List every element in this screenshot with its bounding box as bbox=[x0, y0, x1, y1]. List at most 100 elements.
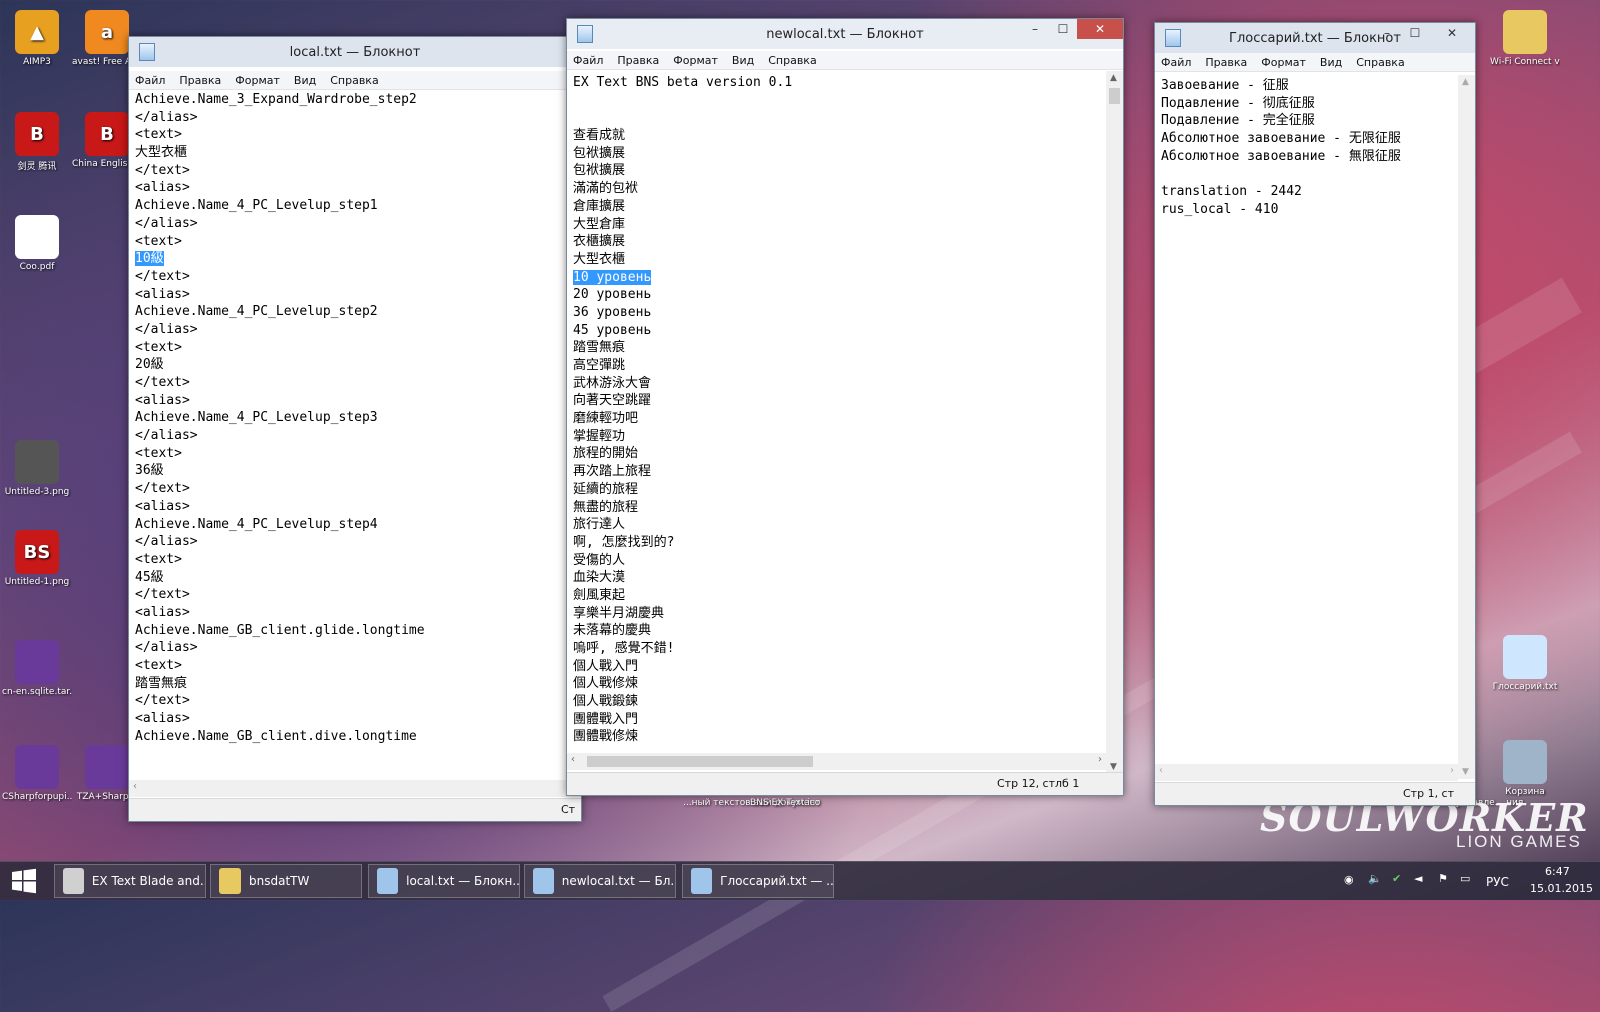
notepad-window-newlocal[interactable]: newlocal.txt — Блокнот – ☐ ✕ Файл Правка… bbox=[566, 18, 1124, 796]
menu-help[interactable]: Справка bbox=[330, 74, 378, 87]
text-line: 大型倉庫 bbox=[573, 216, 1106, 234]
horizontal-scrollbar[interactable]: ‹ bbox=[129, 780, 581, 797]
taskbar-item-folder[interactable]: bnsdatTW bbox=[210, 864, 362, 898]
security-icon[interactable]: ✔ bbox=[1392, 872, 1401, 885]
desktop-icon[interactable]: Untitled-3.png bbox=[2, 440, 72, 497]
scroll-down-icon[interactable]: ▼ bbox=[1462, 767, 1469, 777]
menu-help[interactable]: Справка bbox=[1356, 56, 1404, 69]
text-line: </alias> bbox=[135, 639, 581, 657]
scroll-left-icon[interactable]: ‹ bbox=[1159, 765, 1163, 776]
maximize-button[interactable]: ☐ bbox=[1049, 19, 1077, 39]
flag-icon[interactable]: ⚑ bbox=[1438, 872, 1448, 885]
text-line: 包袱擴展 bbox=[573, 162, 1106, 180]
window-titlebar[interactable]: Глоссарий.txt — Блокнот – ☐ ✕ bbox=[1155, 23, 1475, 53]
monitor-icon[interactable]: ▭ bbox=[1460, 872, 1470, 885]
taskbar-item-browser[interactable]: EX Text Blade and... bbox=[54, 864, 206, 898]
rar-archive-icon-2 bbox=[15, 745, 59, 789]
text-line: </alias> bbox=[135, 533, 581, 551]
menu-edit[interactable]: Правка bbox=[1205, 56, 1247, 69]
menu-file[interactable]: Файл bbox=[1161, 56, 1191, 69]
text-line: 20級 bbox=[135, 356, 581, 374]
scroll-right-icon[interactable]: › bbox=[1098, 754, 1102, 765]
scroll-up-icon[interactable]: ▲ bbox=[1110, 73, 1117, 83]
menu-file[interactable]: Файл bbox=[573, 54, 603, 67]
menu-view[interactable]: Вид bbox=[294, 74, 316, 87]
taskbar-item-newlocal[interactable]: newlocal.txt — Бл... bbox=[524, 864, 676, 898]
menu-format[interactable]: Формат bbox=[235, 74, 280, 87]
desktop-icon[interactable]: BS Untitled-1.png bbox=[2, 530, 72, 587]
scroll-down-icon[interactable]: ▼ bbox=[1110, 762, 1117, 772]
text-line-content: </text> bbox=[135, 162, 190, 178]
text-editor[interactable]: EX Text BNS beta version 0.1 查看成就 包袱擴展 包袱擴展… bbox=[567, 74, 1106, 770]
maximize-button[interactable]: ☐ bbox=[1401, 23, 1429, 43]
text-editor[interactable]: Achieve.Name_3_Expand_Wardrobe_step2 </al… bbox=[129, 91, 581, 783]
close-button[interactable]: ✕ bbox=[1077, 19, 1123, 39]
text-line: 享樂半月湖慶典 bbox=[573, 605, 1106, 623]
close-button[interactable]: ✕ bbox=[1429, 23, 1475, 43]
text-line-content: 45級 bbox=[135, 569, 164, 585]
text-line-content: Achieve.Name_4_PC_Levelup_step1 bbox=[135, 198, 378, 214]
scroll-left-icon[interactable]: ‹ bbox=[133, 781, 137, 792]
desktop-icon[interactable]: CSharpforpupi... bbox=[2, 745, 72, 802]
taskbar: EX Text Blade and... bnsdatTW local.txt — … bbox=[0, 861, 1600, 900]
text-line-content: <text> bbox=[135, 551, 182, 567]
text-line-content: Achieve.Name_4_PC_Levelup_step2 bbox=[135, 304, 378, 320]
text-line: 個人戰鍛鍊 bbox=[573, 693, 1106, 711]
scroll-left-icon[interactable]: ‹ bbox=[571, 754, 575, 765]
notepad-window-glossary[interactable]: Глоссарий.txt — Блокнот – ☐ ✕ Файл Правк… bbox=[1154, 22, 1476, 806]
menu-format[interactable]: Формат bbox=[673, 54, 718, 67]
text-line-content: Achieve.Name_4_PC_Levelup_step4 bbox=[135, 516, 378, 532]
network-icon[interactable]: ◉ bbox=[1344, 873, 1354, 886]
menu-edit[interactable]: Правка bbox=[617, 54, 659, 67]
volume-icon[interactable]: 🔈 bbox=[1368, 872, 1382, 885]
desktop-icon[interactable]: B 剑灵 腾讯 bbox=[2, 112, 72, 172]
text-line-content: 查看成就 bbox=[573, 128, 626, 144]
vertical-scrollbar[interactable]: ▲ ▼ bbox=[1106, 71, 1123, 774]
desktop-icon[interactable]: Глоссарий.txt bbox=[1490, 635, 1560, 692]
start-button[interactable] bbox=[0, 862, 48, 900]
menu-help[interactable]: Справка bbox=[768, 54, 816, 67]
text-editor[interactable]: Завоевание - 征服 Подавление - 彻底征服 Подавлен… bbox=[1155, 77, 1458, 771]
notepad-icon bbox=[1165, 29, 1181, 47]
text-line-content: Achieve.Name_3_Expand_Wardrobe_step2 bbox=[135, 92, 417, 107]
window-titlebar[interactable]: newlocal.txt — Блокнот – ☐ ✕ bbox=[567, 19, 1123, 49]
taskbar-item-glossary[interactable]: Глоссарий.txt — ... bbox=[682, 864, 834, 898]
desktop-icon[interactable]: Корзина bbox=[1490, 740, 1560, 797]
minimize-button[interactable]: – bbox=[1373, 23, 1401, 43]
desktop-icon[interactable]: cn-en.sqlite.tar... bbox=[2, 640, 72, 697]
menu-edit[interactable]: Правка bbox=[179, 74, 221, 87]
text-line-content: 團體戰入門 bbox=[573, 711, 639, 727]
taskbar-item-label: local.txt — Блокн... bbox=[406, 874, 519, 888]
menu-file[interactable]: Файл bbox=[135, 74, 165, 87]
menu-view[interactable]: Вид bbox=[732, 54, 754, 67]
menu-format[interactable]: Формат bbox=[1261, 56, 1306, 69]
clock-time[interactable]: 6:47 bbox=[1545, 865, 1570, 878]
horizontal-scrollbar[interactable]: ‹ › bbox=[1155, 764, 1458, 781]
scroll-thumb[interactable] bbox=[1109, 88, 1120, 104]
text-line: </text> bbox=[135, 586, 581, 604]
text-line-content: 高空彈跳 bbox=[573, 358, 626, 373]
speaker-icon[interactable]: ◄ bbox=[1414, 872, 1422, 885]
desktop-icon[interactable]: ▲ AIMP3 bbox=[2, 10, 72, 67]
vertical-scrollbar[interactable]: ▲ ▼ bbox=[1458, 75, 1475, 779]
scroll-thumb[interactable] bbox=[587, 756, 813, 767]
menu-view[interactable]: Вид bbox=[1320, 56, 1342, 69]
text-line-content: rus_local - 410 bbox=[1161, 201, 1279, 217]
text-line-content: 向著天空跳躍 bbox=[573, 393, 652, 409]
clock-date[interactable]: 15.01.2015 bbox=[1530, 882, 1593, 895]
scroll-right-icon[interactable]: › bbox=[1450, 765, 1454, 776]
desktop-icon[interactable]: Wi-Fi Connect v2.3 bbox=[1490, 10, 1560, 67]
language-indicator[interactable]: РУС bbox=[1486, 875, 1509, 889]
minimize-button[interactable]: – bbox=[1021, 19, 1049, 39]
game-launcher-icon: B bbox=[15, 112, 59, 156]
window-titlebar[interactable]: local.txt — Блокнот bbox=[129, 37, 581, 67]
notepad-window-local[interactable]: local.txt — Блокнот Файл Правка Формат В… bbox=[128, 36, 582, 822]
scroll-up-icon[interactable]: ▲ bbox=[1462, 77, 1469, 87]
desktop-label[interactable]: BNS EX Text.ico bbox=[750, 798, 820, 808]
windows-logo-icon bbox=[12, 868, 36, 894]
horizontal-scrollbar[interactable]: ‹ › bbox=[567, 753, 1106, 770]
taskbar-item-local[interactable]: local.txt — Блокн... bbox=[368, 864, 520, 898]
taskbar-item-label: EX Text Blade and... bbox=[91, 874, 205, 888]
desktop-icon[interactable]: Соо.pdf bbox=[2, 215, 72, 272]
text-line-content: <alias> bbox=[135, 286, 190, 302]
